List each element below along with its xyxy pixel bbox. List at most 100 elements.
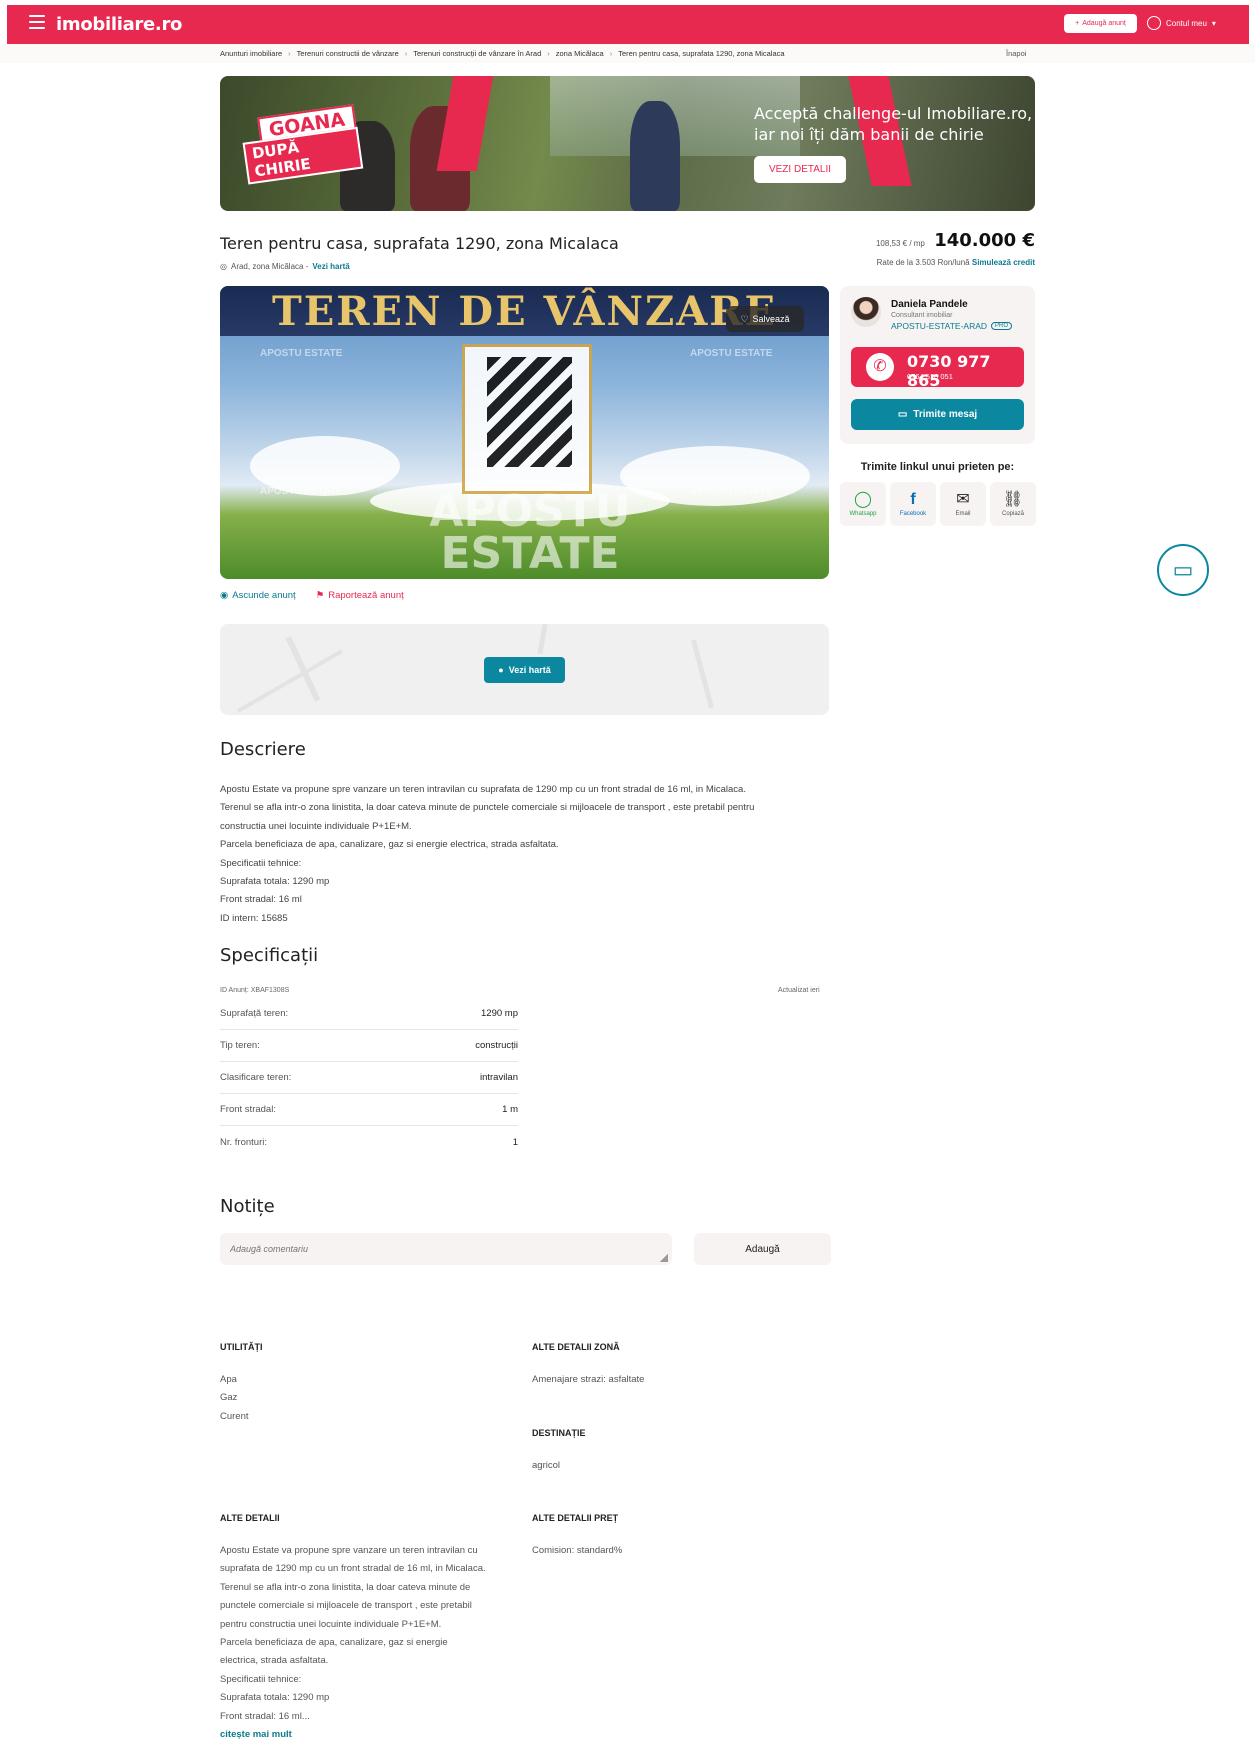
agent-avatar (851, 297, 881, 327)
promo-banner[interactable]: GOANA DUPĂ CHIRIE Acceptă challenge-ul I… (220, 76, 1035, 211)
other-detail-line: Specificatii tehnice: (220, 1673, 302, 1685)
utility-item: Apa (220, 1374, 237, 1385)
banner-person (630, 101, 680, 211)
agency-name: APOSTU-ESTATE-ARAD (891, 321, 988, 331)
eye-icon: ◉ (220, 590, 229, 601)
add-note-button[interactable]: Adaugă (694, 1233, 831, 1265)
banner-line: iar noi îți dăm banii de chirie (754, 125, 984, 144)
breadcrumb-item[interactable]: zona Micălaca (556, 49, 604, 58)
account-label: Contul meu (1166, 18, 1207, 28)
spec-row: Front stradal: 1 m (220, 1094, 518, 1126)
menu-icon[interactable] (29, 15, 45, 29)
account-menu[interactable]: Contul meu ▾ (1147, 16, 1216, 30)
banner-line: Acceptă challenge-ul Imobiliare.ro, (754, 104, 1033, 123)
photo-watermark: APOSTU ESTATE (690, 348, 773, 359)
agent-card: Daniela Pandele Consultant imobiliar APO… (840, 286, 1035, 444)
share-label: Facebook (899, 510, 927, 517)
description-line: constructia unei locuinte individuale P+… (220, 820, 412, 832)
resize-handle-icon[interactable] (660, 1254, 668, 1262)
copy-link-button[interactable]: ⛓ Copiază (990, 482, 1036, 526)
other-detail-line: pentru constructia unei locuinte individ… (220, 1618, 442, 1630)
spec-key: Suprafață teren: (220, 1008, 289, 1019)
breadcrumb: Anunturi imobiliare › Terenuri construct… (0, 44, 1255, 63)
map-road (285, 636, 321, 702)
map-road (691, 639, 714, 709)
breadcrumb-item[interactable]: Terenuri construcții de vânzare în Arad (413, 49, 541, 58)
photo-watermark: APOSTU ESTATE (260, 486, 343, 497)
listing-title: Teren pentru casa, suprafata 1290, zona … (220, 234, 619, 253)
spec-key: Tip teren: (220, 1040, 260, 1051)
agent-name[interactable]: Daniela Pandele (891, 299, 968, 310)
site-logo[interactable]: imobiliare.ro (56, 14, 182, 35)
other-detail-line: suprafata de 1290 mp cu un front stradal… (220, 1563, 486, 1575)
breadcrumb-item[interactable]: Terenuri constructii de vânzare (297, 49, 399, 58)
call-button[interactable]: ✆ 0730 977 865 0764 510 051 (851, 347, 1024, 390)
description-line: ID intern: 15685 (220, 912, 288, 924)
chat-icon: ▭ (897, 409, 908, 420)
spec-key: Front stradal: (220, 1104, 276, 1115)
banner-details-button[interactable]: VEZI DETALII (754, 156, 846, 183)
send-message-button[interactable]: ▭ Trimite mesaj (851, 399, 1024, 430)
read-more-link[interactable]: citește mai mult (220, 1726, 486, 1742)
heart-icon: ♡ (740, 313, 749, 324)
price-detail-item: Comision: standard% (532, 1545, 623, 1556)
chat-icon: ▭ (1172, 557, 1194, 582)
share-whatsapp-button[interactable]: ◯ Whatsapp (840, 482, 886, 526)
plus-icon: + (1075, 20, 1080, 27)
photo-watermark: APOSTU ESTATE (690, 486, 773, 497)
agency-logo-image (462, 344, 592, 494)
pro-badge: PRO (991, 322, 1013, 330)
share-label: Whatsapp (849, 510, 877, 517)
share-buttons: ◯ Whatsapp f Facebook ✉ Email ⛓ Copiază (840, 482, 1036, 526)
utility-item: Gaz (220, 1392, 238, 1404)
other-detail-line: Suprafata totala: 1290 mp (220, 1692, 330, 1704)
save-button[interactable]: ♡ Salvează (726, 306, 804, 332)
back-link[interactable]: Înapoi (1006, 49, 1026, 58)
breadcrumb-separator: › (404, 49, 408, 58)
note-input[interactable] (220, 1233, 672, 1265)
top-bar: imobiliare.ro + Adaugă anunț Contul meu … (7, 5, 1249, 44)
agency-link[interactable]: APOSTU-ESTATE-ARAD PRO (891, 321, 1013, 331)
spec-row: Clasificare teren: intravilan (220, 1062, 518, 1094)
view-map-button[interactable]: ● Vezi hartă (484, 657, 565, 683)
share-title: Trimite linkul unui prieten pe: (860, 461, 1015, 473)
simulate-credit-link[interactable]: Simulează credit (972, 258, 1035, 267)
chat-float-button[interactable]: ▭ (1157, 544, 1209, 596)
add-listing-button[interactable]: + Adaugă anunț (1064, 14, 1137, 33)
map-road (237, 649, 343, 713)
map-road (537, 624, 548, 655)
whatsapp-icon: ◯ (854, 490, 872, 508)
report-label: Raportează anunț (328, 590, 404, 601)
utilities-heading: UTILITĂȚI (220, 1342, 263, 1352)
share-facebook-button[interactable]: f Facebook (890, 482, 936, 526)
utilities-list: Apa Gaz Curent (220, 1371, 249, 1426)
photo-watermark: APOSTU ESTATE (260, 348, 343, 359)
banner-text: Acceptă challenge-ul Imobiliare.ro, iar … (754, 103, 1032, 145)
other-detail-line: electrica, strada asfaltata. (220, 1655, 329, 1667)
breadcrumb-item[interactable]: Anunturi imobiliare (220, 49, 282, 58)
specs-heading: Specificații (220, 945, 319, 966)
description-line: Front stradal: 16 ml (220, 894, 302, 906)
link-icon: ⛓ (1002, 490, 1024, 508)
other-detail-line: Terenul se afla intr-o zona linistita, l… (220, 1581, 471, 1593)
view-map-link[interactable]: Vezi hartă (312, 262, 349, 271)
description-line: Terenul se afla intr-o zona linistita, l… (220, 802, 755, 814)
other-detail-line: Apostu Estate va propune spre vanzare un… (220, 1545, 478, 1556)
description-heading: Descriere (220, 739, 306, 760)
user-icon (1147, 16, 1161, 30)
spec-value: construcții (475, 1040, 518, 1051)
agent-role: Consultant imobiliar (891, 312, 953, 319)
map-preview[interactable]: ● Vezi hartă (220, 624, 829, 715)
other-details-text: Apostu Estate va propune spre vanzare un… (220, 1542, 486, 1742)
goana-badge: GOANA DUPĂ CHIRIE (237, 104, 364, 185)
breadcrumb-item-current: Teren pentru casa, suprafata 1290, zona … (618, 49, 785, 58)
price: 140.000 € (934, 230, 1035, 251)
report-listing-button[interactable]: ⚑ Raportează anunț (316, 590, 404, 601)
email-icon: ✉ (956, 490, 970, 508)
price-per-m2: 108,53 € / mp (875, 239, 925, 248)
share-email-button[interactable]: ✉ Email (940, 482, 986, 526)
zone-detail-item: Amenajare strazi: asfaltate (532, 1374, 645, 1385)
listing-photo[interactable]: TEREN DE VÂNZARE APOSTU ESTATE APOSTU ES… (220, 286, 829, 579)
other-detail-line: Front stradal: 16 ml... (220, 1710, 310, 1722)
hide-listing-button[interactable]: ◉ Ascunde anunț (220, 590, 296, 601)
